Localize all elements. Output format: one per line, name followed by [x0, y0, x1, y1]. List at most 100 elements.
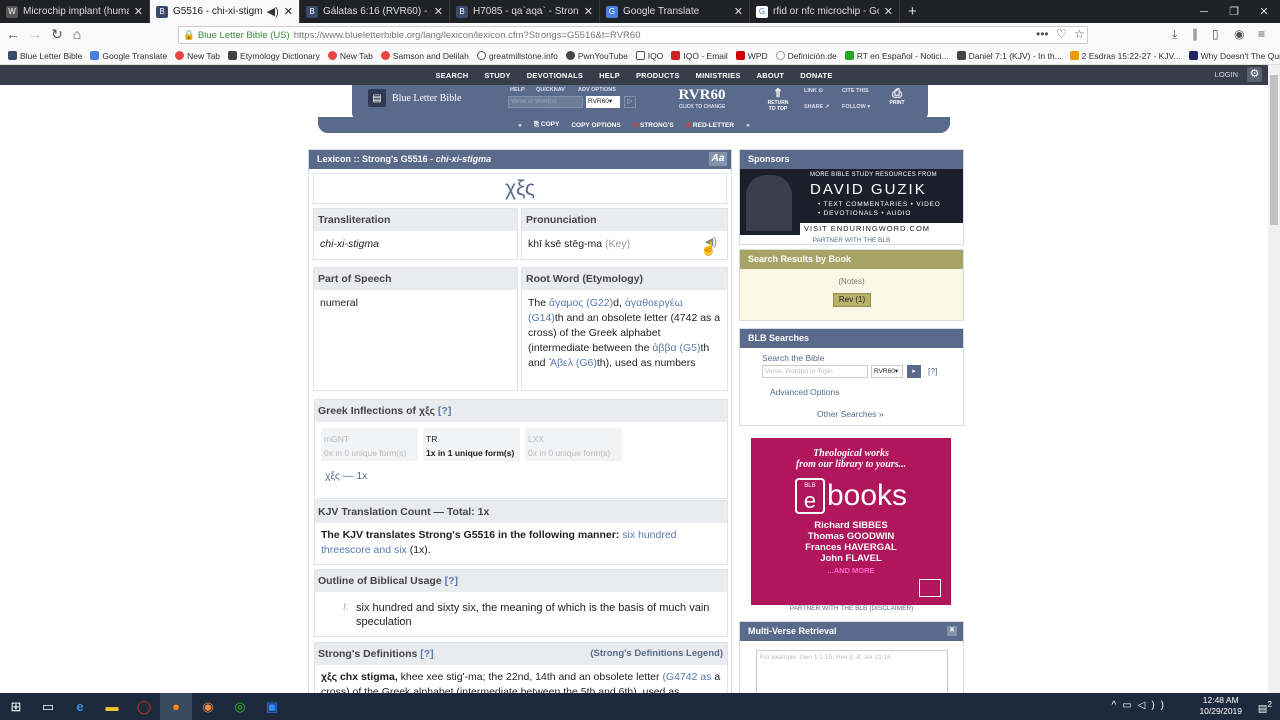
minimize-button[interactable]: ─	[1190, 0, 1218, 23]
help-link[interactable]: [?]	[445, 575, 458, 587]
partner-link[interactable]: PARTNER WITH THE BLB	[740, 237, 963, 244]
guzik-banner[interactable]: MORE BIBLE STUDY RESOURCES FROM DAVID GU…	[740, 169, 963, 235]
version-switcher[interactable]: RVR60 CLICK TO CHANGE	[672, 87, 732, 110]
bookmark-item[interactable]: Etymology Dictionary	[228, 51, 320, 61]
gear-icon[interactable]: ⚙	[1247, 67, 1262, 82]
page-scrollbar[interactable]	[1268, 65, 1280, 693]
hamburger-menu-icon[interactable]: ≡	[1258, 27, 1265, 41]
bookmark-item[interactable]: WPD	[735, 51, 768, 61]
forward-icon[interactable]: →	[24, 26, 46, 42]
font-size-button[interactable]: Aa	[709, 152, 727, 166]
search-bible-input[interactable]: Verse, Word(s) or Topic	[762, 365, 868, 378]
tab-galatas[interactable]: BGálatas 6:16 (RVR60) - Y a todo✕	[300, 0, 450, 23]
nav-study[interactable]: STUDY	[484, 71, 510, 80]
close-tab-icon[interactable]: ✕	[734, 5, 743, 18]
quicknav-go-button[interactable]: ▷	[624, 96, 636, 108]
download-icon[interactable]: ⤓	[1172, 27, 1177, 42]
bookmark-item[interactable]: New Tab	[175, 51, 220, 61]
close-tab-icon[interactable]: ✕	[584, 5, 593, 18]
search-go-button[interactable]: ▸	[907, 365, 921, 378]
partner-link[interactable]: PARTNER WITH THE BLB	[790, 605, 868, 612]
file-explorer-icon[interactable]: ▬	[96, 693, 128, 720]
definitions-legend-link[interactable]: (Strong's Definitions Legend)	[590, 643, 723, 665]
account-icon[interactable]: ◉	[1234, 27, 1244, 41]
nav-devotionals[interactable]: DEVOTIONALS	[527, 71, 583, 80]
bookmark-item[interactable]: Daniel 7:1 (KJV) - In th...	[956, 51, 1062, 61]
multi-verse-input[interactable]: For example: Gen 1:1-15; Rev 3; 4; Jer 2…	[756, 650, 948, 696]
nav-donate[interactable]: DONATE	[800, 71, 832, 80]
ebooks-ad[interactable]: Theological works from our library to yo…	[751, 438, 951, 605]
close-window-button[interactable]: ✕	[1250, 0, 1278, 23]
close-icon[interactable]: ✕	[947, 626, 957, 636]
help-link[interactable]: [?]	[420, 648, 433, 660]
inflection-lxx[interactable]: LXX 0x in 0 unique form(s)	[525, 428, 622, 461]
advanced-options-link[interactable]: Advanced Options	[770, 387, 839, 397]
copy-button[interactable]: ⎘ COPY	[534, 121, 559, 129]
bookmark-item[interactable]: IQO	[635, 51, 663, 61]
bookmark-item[interactable]: PwnYouTube	[565, 51, 628, 61]
help-link[interactable]: [?]	[438, 405, 451, 417]
strongs-toggle[interactable]: ⊘ STRONG'S	[633, 121, 674, 129]
back-icon[interactable]: ←	[2, 26, 24, 42]
adv-options-label[interactable]: ADV OPTIONS	[578, 87, 616, 93]
close-tab-icon[interactable]: ✕	[884, 5, 893, 18]
nav-products[interactable]: PRODUCTS	[636, 71, 680, 80]
close-tab-icon[interactable]: ✕	[434, 5, 443, 18]
bookmark-item[interactable]: Why Doesn't The Qur'...	[1188, 51, 1280, 61]
red-letter-toggle[interactable]: ⊘ RED-LETTER	[686, 121, 734, 129]
task-view-icon[interactable]: ▭	[32, 693, 64, 720]
opera-icon[interactable]: ◯	[128, 693, 160, 720]
edge-icon[interactable]: e	[64, 693, 96, 720]
zoom-icon[interactable]: ▣	[256, 693, 288, 720]
link-button[interactable]: LINK ⊙	[804, 88, 823, 94]
rev-result-button[interactable]: Rev (1)	[833, 293, 871, 307]
whatsapp-icon[interactable]: ◎	[224, 693, 256, 720]
pocket-icon[interactable]: ♡	[1056, 27, 1067, 41]
firefox-icon[interactable]: ●	[160, 693, 192, 720]
blb-logo[interactable]: ▤ Blue Letter Bible	[368, 89, 461, 107]
next-icon[interactable]: »	[746, 122, 750, 129]
inflection-form-link[interactable]: χξς — 1x	[325, 470, 367, 482]
strongs-link-g4742[interactable]: (G4742 as	[662, 671, 711, 683]
strongs-link-g5[interactable]: ἀββα (G5)	[652, 342, 700, 354]
search-help-link[interactable]: [?]	[928, 366, 937, 376]
help-label[interactable]: HELP	[510, 87, 525, 93]
tab-h7085[interactable]: BH7085 - qa`aqa` - Strong's Heb✕	[450, 0, 600, 23]
tab-rfid[interactable]: Grfid or nfc microchip - Google S✕	[750, 0, 900, 23]
bookmark-item[interactable]: Google Translate	[90, 51, 167, 61]
cite-button[interactable]: CITE THIS	[842, 88, 869, 94]
inflection-tr[interactable]: TR 1x in 1 unique form(s)	[423, 428, 520, 461]
notification-icon[interactable]: ▤2	[1258, 699, 1272, 714]
return-to-top-button[interactable]: ⇑ RETURN TO TOP	[766, 87, 790, 113]
strongs-link-g6[interactable]: Ἄβελ (G6)	[548, 357, 596, 369]
restore-button[interactable]: ❐	[1220, 0, 1248, 23]
strongs-link-g22[interactable]: ἄγαμος (G22)	[549, 297, 613, 309]
pronunciation-key-link[interactable]: (Key)	[605, 238, 630, 250]
home-icon[interactable]: ⌂	[66, 26, 88, 42]
url-bar[interactable]: 🔒 Blue Letter Bible (US) https://www.blu…	[178, 26, 1088, 44]
follow-button[interactable]: FOLLOW ▾	[842, 104, 870, 110]
copy-options-button[interactable]: COPY OPTIONS	[571, 122, 620, 129]
share-button[interactable]: SHARE ↗	[804, 104, 829, 110]
clock[interactable]: 12:48 AM 10/29/2019	[1199, 695, 1242, 717]
sidebar-icon[interactable]: ▯	[1212, 27, 1219, 41]
bookmark-item[interactable]: New Tab	[327, 51, 373, 61]
nav-about[interactable]: ABOUT	[757, 71, 785, 80]
bookmark-item[interactable]: RT en Español - Notici...	[844, 51, 949, 61]
bookmark-item[interactable]: Blue Letter Bible	[8, 51, 82, 61]
login-link[interactable]: LOGIN	[1215, 70, 1238, 79]
firefox-alt-icon[interactable]: ◉	[192, 693, 224, 720]
new-tab-button[interactable]: +	[900, 0, 925, 23]
bookmark-item[interactable]: 2 Esdras 15:22-27 - KJV...	[1069, 51, 1181, 61]
version-select[interactable]: RVR60▾	[586, 96, 620, 108]
close-tab-icon[interactable]: ✕	[134, 5, 143, 18]
bookmark-item[interactable]: Samson and Delilah	[380, 51, 469, 61]
bookmark-item[interactable]: greatmillstone.info	[476, 51, 558, 61]
library-icon[interactable]: ∥	[1192, 27, 1198, 41]
bookmark-star-icon[interactable]: ☆	[1074, 27, 1085, 41]
other-searches-toggle[interactable]: Other Searches »	[817, 409, 884, 419]
search-version-select[interactable]: RVR60▾	[871, 365, 903, 378]
bookmark-item[interactable]: Definición.de	[775, 51, 837, 61]
scrollbar-thumb[interactable]	[1270, 75, 1278, 225]
tab-microchip[interactable]: WMicrochip implant (human) - W✕	[0, 0, 150, 23]
